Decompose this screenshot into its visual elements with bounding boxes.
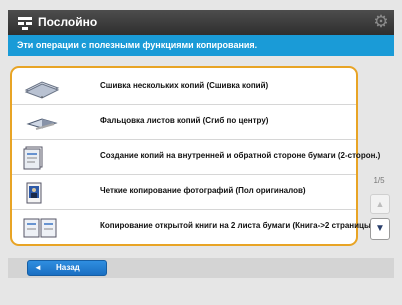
photo-icon — [26, 182, 42, 204]
info-banner: Эти операции с полезными функциями копир… — [8, 35, 394, 56]
gear-icon[interactable]: ⚙ — [372, 13, 390, 31]
page-indicator: 1/5 — [373, 176, 385, 185]
scroll-down-button[interactable]: ▼ — [370, 218, 390, 240]
copy-stack-icon — [24, 81, 60, 99]
layout-icon — [18, 17, 32, 30]
list-item[interactable]: Четкие копирование фотографий (Пол ориги… — [12, 175, 356, 210]
options-list: Сшивка нескольких копий (Сшивка копий) Ф… — [10, 66, 380, 246]
option-label: Фальцовка листов копий (Сгиб по центру) — [100, 116, 269, 125]
banner-text: Эти операции с полезными функциями копир… — [17, 40, 258, 50]
list-item[interactable]: Создание копий на внутренней и обратной … — [12, 140, 380, 175]
screen: Послойно ⚙ Эти операции с полезными функ… — [0, 0, 402, 305]
arrow-down-icon: ▼ — [375, 223, 385, 234]
scroll-controls: 1/5 ▲ ▼ — [367, 176, 391, 246]
scroll-up-button[interactable]: ▲ — [370, 194, 390, 214]
back-button[interactable]: ◄ Назад — [27, 260, 107, 276]
book-icon — [23, 218, 57, 238]
duplex-icon — [23, 146, 43, 170]
list-item[interactable]: Сшивка нескольких копий (Сшивка копий) — [12, 70, 356, 105]
option-label: Копирование открытой книги на 2 листа бу… — [100, 221, 374, 230]
page-title: Послойно — [38, 15, 98, 29]
title-bar: Послойно ⚙ — [8, 10, 394, 35]
option-label: Четкие копирование фотографий (Пол ориги… — [100, 186, 306, 195]
list-item[interactable]: Копирование открытой книги на 2 листа бу… — [12, 210, 373, 245]
arrow-left-icon: ◄ — [34, 263, 42, 272]
fold-icon — [26, 118, 58, 130]
list-item[interactable]: Фальцовка листов копий (Сгиб по центру) — [12, 105, 356, 140]
back-label: Назад — [56, 263, 80, 272]
option-label: Создание копий на внутренней и обратной … — [100, 151, 381, 160]
option-label: Сшивка нескольких копий (Сшивка копий) — [100, 81, 269, 90]
arrow-up-icon: ▲ — [375, 199, 385, 209]
